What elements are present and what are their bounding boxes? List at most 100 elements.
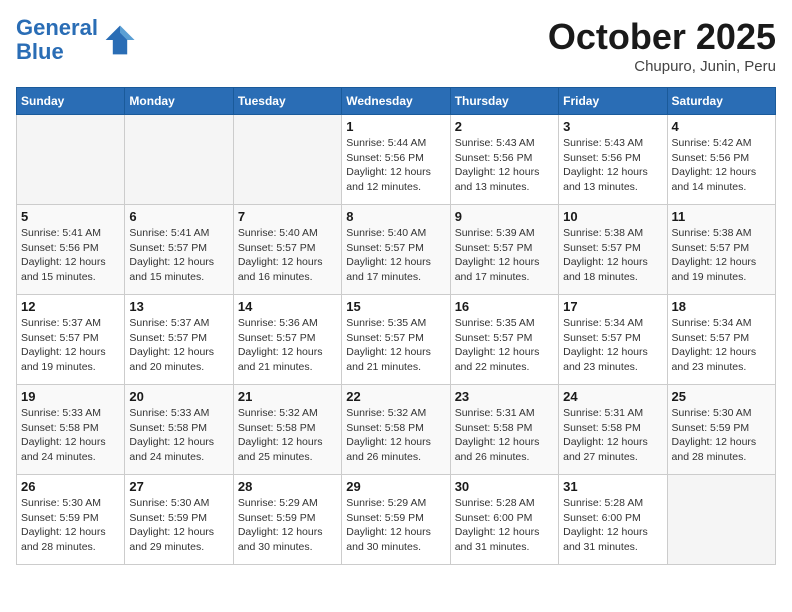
calendar-cell: 9 Sunrise: 5:39 AMSunset: 5:57 PMDaylight…: [450, 205, 558, 295]
day-number: 28: [238, 479, 337, 494]
day-number: 31: [563, 479, 662, 494]
day-number: 27: [129, 479, 228, 494]
day-number: 5: [21, 209, 120, 224]
calendar-cell: 30Sunrise: 5:28 AMSunset: 6:00 PMDayligh…: [450, 475, 558, 565]
calendar-cell: 19 Sunrise: 5:33 AMSunset: 5:58 PMDayligh…: [17, 385, 125, 475]
calendar-cell: 16 Sunrise: 5:35 AMSunset: 5:57 PMDayligh…: [450, 295, 558, 385]
day-info: Sunrise: 5:32 AMSunset: 5:58 PMDaylight:…: [346, 406, 445, 465]
day-info: Sunrise: 5:35 AMSunset: 5:57 PMDaylight:…: [346, 316, 445, 375]
logo: General Blue: [16, 16, 138, 64]
day-number: 17: [563, 299, 662, 314]
day-number: 14: [238, 299, 337, 314]
day-info: Sunrise: 5:31 AMSunset: 5:58 PMDaylight:…: [563, 406, 662, 465]
calendar-cell: 3 Sunrise: 5:43 AMSunset: 5:56 PMDaylight…: [559, 115, 667, 205]
calendar-cell: 31 Sunrise: 5:28 AMSunset: 6:00 PMDayligh…: [559, 475, 667, 565]
weekday-header: Monday: [125, 88, 233, 115]
calendar-cell: 10 Sunrise: 5:38 AMSunset: 5:57 PMDayligh…: [559, 205, 667, 295]
day-number: 3: [563, 119, 662, 134]
weekday-header: Saturday: [667, 88, 775, 115]
day-info: Sunrise: 5:34 AMSunset: 5:57 PMDaylight:…: [672, 316, 771, 375]
day-info: Sunrise: 5:41 AMSunset: 5:56 PMDaylight:…: [21, 226, 120, 285]
calendar-cell: 7 Sunrise: 5:40 AMSunset: 5:57 PMDaylight…: [233, 205, 341, 295]
calendar-cell: 11 Sunrise: 5:38 AMSunset: 5:57 PMDayligh…: [667, 205, 775, 295]
day-info: Sunrise: 5:43 AMSunset: 5:56 PMDaylight:…: [563, 136, 662, 195]
calendar-cell: 12 Sunrise: 5:37 AMSunset: 5:57 PMDayligh…: [17, 295, 125, 385]
calendar-cell: 29 Sunrise: 5:29 AMSunset: 5:59 PMDayligh…: [342, 475, 450, 565]
calendar-cell: 6 Sunrise: 5:41 AMSunset: 5:57 PMDaylight…: [125, 205, 233, 295]
day-info: Sunrise: 5:28 AMSunset: 6:00 PMDaylight:…: [563, 496, 662, 555]
day-number: 26: [21, 479, 120, 494]
day-info: Sunrise: 5:29 AMSunset: 5:59 PMDaylight:…: [346, 496, 445, 555]
day-number: 2: [455, 119, 554, 134]
calendar-cell: [125, 115, 233, 205]
day-info: Sunrise: 5:41 AMSunset: 5:57 PMDaylight:…: [129, 226, 228, 285]
calendar-table: SundayMondayTuesdayWednesdayThursdayFrid…: [16, 87, 776, 565]
day-info: Sunrise: 5:30 AMSunset: 5:59 PMDaylight:…: [672, 406, 771, 465]
day-info: Sunrise: 5:28 AMSunset: 6:00 PMDaylight:…: [455, 496, 554, 555]
page-header: General Blue October 2025 Chupuro, Junin…: [16, 16, 776, 75]
calendar-cell: 21 Sunrise: 5:32 AMSunset: 5:58 PMDayligh…: [233, 385, 341, 475]
calendar-cell: 27Sunrise: 5:30 AMSunset: 5:59 PMDayligh…: [125, 475, 233, 565]
calendar-cell: [667, 475, 775, 565]
day-number: 18: [672, 299, 771, 314]
day-info: Sunrise: 5:38 AMSunset: 5:57 PMDaylight:…: [563, 226, 662, 285]
weekday-header: Wednesday: [342, 88, 450, 115]
day-info: Sunrise: 5:34 AMSunset: 5:57 PMDaylight:…: [563, 316, 662, 375]
day-number: 4: [672, 119, 771, 134]
calendar-cell: 17 Sunrise: 5:34 AMSunset: 5:57 PMDayligh…: [559, 295, 667, 385]
day-number: 1: [346, 119, 445, 134]
day-info: Sunrise: 5:30 AMSunset: 5:59 PMDaylight:…: [21, 496, 120, 555]
calendar-cell: 18 Sunrise: 5:34 AMSunset: 5:57 PMDayligh…: [667, 295, 775, 385]
day-number: 24: [563, 389, 662, 404]
day-info: Sunrise: 5:36 AMSunset: 5:57 PMDaylight:…: [238, 316, 337, 375]
calendar-cell: 14 Sunrise: 5:36 AMSunset: 5:57 PMDayligh…: [233, 295, 341, 385]
day-number: 13: [129, 299, 228, 314]
calendar-cell: 25 Sunrise: 5:30 AMSunset: 5:59 PMDayligh…: [667, 385, 775, 475]
calendar-cell: 5 Sunrise: 5:41 AMSunset: 5:56 PMDaylight…: [17, 205, 125, 295]
day-number: 19: [21, 389, 120, 404]
day-info: Sunrise: 5:35 AMSunset: 5:57 PMDaylight:…: [455, 316, 554, 375]
calendar-cell: 2 Sunrise: 5:43 AMSunset: 5:56 PMDaylight…: [450, 115, 558, 205]
day-info: Sunrise: 5:31 AMSunset: 5:58 PMDaylight:…: [455, 406, 554, 465]
day-number: 21: [238, 389, 337, 404]
day-number: 9: [455, 209, 554, 224]
calendar-cell: 23 Sunrise: 5:31 AMSunset: 5:58 PMDayligh…: [450, 385, 558, 475]
day-info: Sunrise: 5:38 AMSunset: 5:57 PMDaylight:…: [672, 226, 771, 285]
title-area: October 2025 Chupuro, Junin, Peru: [548, 16, 776, 75]
day-number: 20: [129, 389, 228, 404]
day-number: 29: [346, 479, 445, 494]
calendar-cell: 13Sunrise: 5:37 AMSunset: 5:57 PMDayligh…: [125, 295, 233, 385]
day-info: Sunrise: 5:42 AMSunset: 5:56 PMDaylight:…: [672, 136, 771, 195]
day-info: Sunrise: 5:40 AMSunset: 5:57 PMDaylight:…: [238, 226, 337, 285]
day-number: 22: [346, 389, 445, 404]
day-info: Sunrise: 5:32 AMSunset: 5:58 PMDaylight:…: [238, 406, 337, 465]
day-number: 7: [238, 209, 337, 224]
weekday-header: Thursday: [450, 88, 558, 115]
day-number: 16: [455, 299, 554, 314]
day-number: 6: [129, 209, 228, 224]
day-number: 15: [346, 299, 445, 314]
calendar-cell: 26 Sunrise: 5:30 AMSunset: 5:59 PMDayligh…: [17, 475, 125, 565]
day-number: 10: [563, 209, 662, 224]
day-number: 8: [346, 209, 445, 224]
day-info: Sunrise: 5:44 AMSunset: 5:56 PMDaylight:…: [346, 136, 445, 195]
location-subtitle: Chupuro, Junin, Peru: [548, 58, 776, 75]
calendar-cell: [233, 115, 341, 205]
day-number: 25: [672, 389, 771, 404]
weekday-header: Tuesday: [233, 88, 341, 115]
logo-text: General Blue: [16, 16, 98, 64]
day-info: Sunrise: 5:33 AMSunset: 5:58 PMDaylight:…: [21, 406, 120, 465]
day-info: Sunrise: 5:37 AMSunset: 5:57 PMDaylight:…: [21, 316, 120, 375]
day-number: 11: [672, 209, 771, 224]
calendar-cell: 4 Sunrise: 5:42 AMSunset: 5:56 PMDaylight…: [667, 115, 775, 205]
calendar-cell: 15 Sunrise: 5:35 AMSunset: 5:57 PMDayligh…: [342, 295, 450, 385]
logo-icon: [102, 22, 138, 58]
day-number: 23: [455, 389, 554, 404]
day-info: Sunrise: 5:43 AMSunset: 5:56 PMDaylight:…: [455, 136, 554, 195]
day-info: Sunrise: 5:39 AMSunset: 5:57 PMDaylight:…: [455, 226, 554, 285]
weekday-header: Sunday: [17, 88, 125, 115]
month-title: October 2025: [548, 16, 776, 58]
day-info: Sunrise: 5:29 AMSunset: 5:59 PMDaylight:…: [238, 496, 337, 555]
calendar-cell: 28 Sunrise: 5:29 AMSunset: 5:59 PMDayligh…: [233, 475, 341, 565]
day-number: 12: [21, 299, 120, 314]
